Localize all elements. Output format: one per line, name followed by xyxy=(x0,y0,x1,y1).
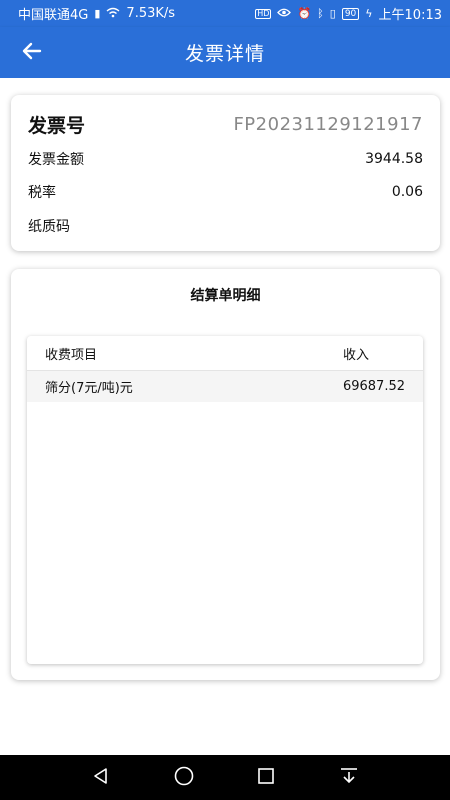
system-nav-bar xyxy=(0,755,450,800)
invoice-number-label: 发票号 xyxy=(28,114,86,137)
table-header: 收费项目 收入 xyxy=(27,336,423,371)
tax-rate-row: 税率 0.06 xyxy=(28,180,423,204)
nav-recent-button[interactable] xyxy=(246,758,286,798)
page-title: 发票详情 xyxy=(184,43,265,65)
invoice-amount-row: 发票金额 3944.58 xyxy=(28,147,423,171)
page-content: 发票号 FP20231129121917 发票金额 3944.58 税率 0.0… xyxy=(0,78,450,755)
paper-code-label: 纸质码 xyxy=(28,219,70,235)
table-row[interactable]: 筛分(7元/吨)元 69687.52 xyxy=(27,371,423,402)
row-income: 69687.52 xyxy=(342,379,405,394)
signal-icon: ▮ xyxy=(94,7,101,20)
hd-icon: HD xyxy=(255,8,272,19)
arrow-left-icon xyxy=(22,42,42,64)
eye-icon xyxy=(277,8,292,19)
vibrate-icon: ▯ xyxy=(329,7,336,20)
status-bar: 中国联通4G ▮ 7.53K/s HD ⏰ ᛒ ▯ 90 ϟ 上午10:13 xyxy=(0,0,450,27)
tax-rate-label: 税率 xyxy=(28,185,56,201)
invoice-amount-label: 发票金额 xyxy=(28,152,84,168)
alarm-icon: ⏰ xyxy=(297,7,312,20)
nav-back-button[interactable] xyxy=(81,758,121,798)
download-down-icon xyxy=(339,767,359,789)
nav-home-button[interactable] xyxy=(164,758,204,798)
nav-extra-button[interactable] xyxy=(329,758,369,798)
invoice-number-row: 发票号 FP20231129121917 xyxy=(28,109,423,139)
app-bar: 发票详情 xyxy=(0,27,450,78)
network-speed: 7.53K/s xyxy=(126,6,176,21)
status-left: 中国联通4G ▮ 7.53K/s xyxy=(18,4,175,23)
column-header-item: 收费项目 xyxy=(45,347,98,363)
column-header-income: 收入 xyxy=(343,347,370,363)
triangle-back-icon xyxy=(92,767,110,789)
invoice-card: 发票号 FP20231129121917 发票金额 3944.58 税率 0.0… xyxy=(11,95,440,251)
wifi-icon xyxy=(106,7,120,20)
row-item: 筛分(7元/吨)元 xyxy=(45,381,133,396)
invoice-amount-value: 3944.58 xyxy=(365,151,423,167)
square-recent-icon xyxy=(257,767,275,789)
paper-code-row: 纸质码 xyxy=(28,214,423,238)
charging-icon: ϟ xyxy=(365,7,373,20)
circle-home-icon xyxy=(174,766,194,790)
tax-rate-value: 0.06 xyxy=(391,184,423,200)
invoice-number-value: FP20231129121917 xyxy=(233,113,423,135)
status-right: HD ⏰ ᛒ ▯ 90 ϟ 上午10:13 xyxy=(255,4,442,23)
status-time: 上午10:13 xyxy=(378,8,442,23)
settlement-table[interactable]: 收费项目 收入 筛分(7元/吨)元 69687.52 xyxy=(27,336,423,664)
carrier-label: 中国联通4G xyxy=(18,8,89,23)
settlement-card: 结算单明细 收费项目 收入 筛分(7元/吨)元 69687.52 xyxy=(11,269,440,680)
back-button[interactable] xyxy=(22,27,62,78)
bluetooth-icon: ᛒ xyxy=(317,7,324,20)
battery-icon: 90 xyxy=(341,7,360,20)
settlement-title: 结算单明细 xyxy=(190,288,261,304)
